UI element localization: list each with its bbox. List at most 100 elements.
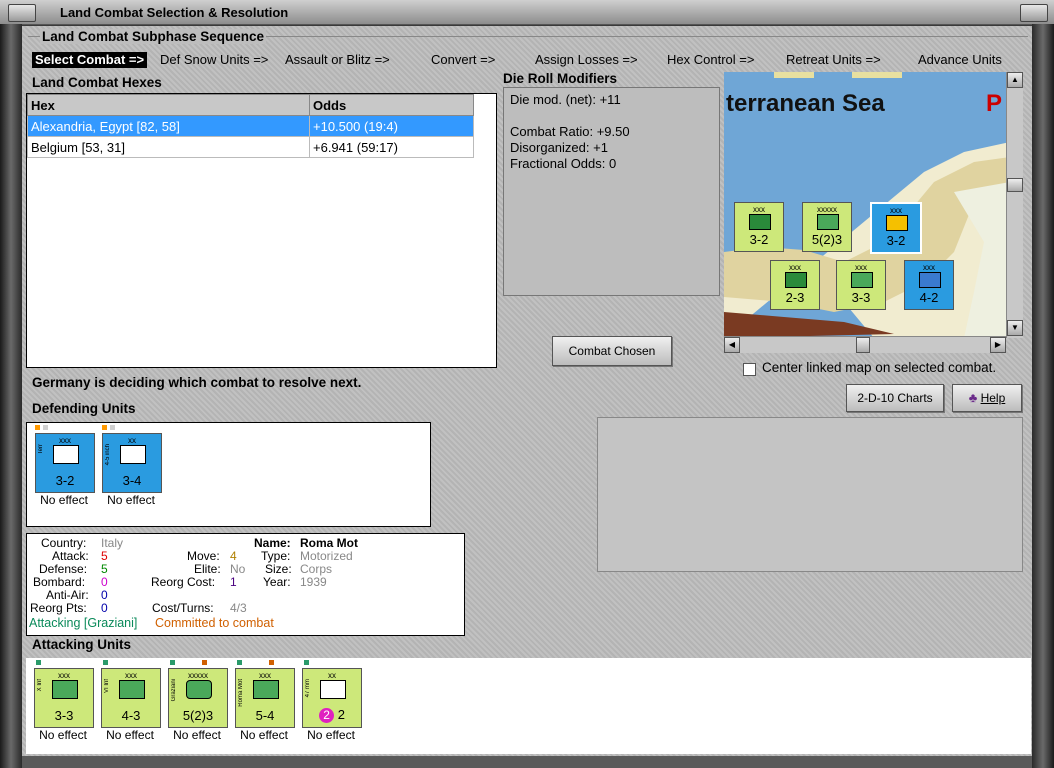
status-text: Germany is deciding which combat to reso… [32,375,362,390]
map-counter[interactable]: xxx 3-3 [836,260,886,310]
hexes-title: Land Combat Hexes [32,75,162,90]
country-value: Italy [101,536,124,550]
col-hex[interactable]: Hex [27,94,310,116]
antiair-label: Anti-Air: [46,588,89,602]
defending-title: Defending Units [32,401,136,416]
counter-size: xx [328,671,336,680]
unit-result: No effect [40,493,88,507]
counter-side-label: VI Inf [104,679,110,694]
counter-value: 3-2 [749,232,769,247]
scroll-thumb[interactable] [1007,178,1023,192]
defense-label: Defense: [39,562,88,576]
center-map-checkbox[interactable] [743,363,756,376]
counter-value: 4-3 [121,708,141,723]
counter-value: 4-2 [919,290,939,305]
scroll-down-icon[interactable]: ▼ [1007,320,1023,336]
counter-value: 3-3 [54,708,74,723]
counter-side-label: Graziani [171,679,177,702]
title-bar: Land Combat Selection & Resolution [0,0,1054,25]
attacking-unit-counter[interactable]: xx 47 mm 2 2 [302,668,362,728]
counter-value: 2 [337,707,345,722]
scroll-thumb[interactable] [856,337,870,353]
attacking-unit-counter[interactable]: xxx VI Inf 4-3 [101,668,161,728]
map-counter[interactable]: xxx 2-3 [770,260,820,310]
table-row[interactable]: Alexandria, Egypt [82, 58] +10.500 (19:4… [27,115,474,137]
attacking-unit-counter[interactable]: xxx Roma Mot 5-4 [235,668,295,728]
frame-bottom [22,756,1032,768]
infantry-symbol-icon [119,680,145,699]
defense-value: 5 [101,562,108,576]
combat-explosion-icon [886,215,908,231]
map-counter[interactable]: xxx 4-2 [904,260,954,310]
map-counter[interactable]: xxx 3-2 [734,202,784,252]
status-marker [103,660,108,665]
counter-side-label: Terr [38,444,44,455]
map-vertical-scrollbar[interactable]: ▲ ▼ [1006,72,1023,338]
defending-units-box: xxx Terr 3-2 No effect xx 4-5 inch 3-4 N… [26,422,431,527]
charts-button[interactable]: 2-D-10 Charts [846,384,944,412]
counter-size: xxx [753,205,765,214]
hex-cell: Alexandria, Egypt [82, 58] [27,115,310,137]
unit-result: No effect [107,493,155,507]
map-sea-label: terranean Sea [726,90,885,117]
counter-size: xx [128,436,136,445]
map-counter-selected[interactable]: xxx 3-2 [870,202,922,254]
col-odds[interactable]: Odds [309,94,474,116]
map-counter[interactable]: xxxxx 5(2)3 [802,202,852,252]
phase-retreat-units: Retreat Units => [786,52,881,67]
window-title: Land Combat Selection & Resolution [60,5,289,20]
linked-map[interactable]: terranean Sea P xxx 3-2 xxxxx 5(2)3 xxx … [724,72,1010,338]
table-row[interactable]: Belgium [53, 31] +6.941 (59:17) [27,136,474,158]
counter-value: 3-4 [122,473,142,488]
unit-result: No effect [39,728,87,742]
counter-value: 5(2)3 [182,708,214,723]
size-value: Corps [300,562,333,576]
infantry-symbol-icon [52,680,78,699]
map-horizontal-scrollbar[interactable]: ◀ ▶ [724,336,1006,353]
combat-chosen-button[interactable]: Combat Chosen [552,336,672,366]
help-label: Help [980,391,1006,405]
attacking-unit-counter[interactable]: xxxxx Graziani 5(2)3 [168,668,228,728]
status-marker [102,425,107,430]
scroll-up-icon[interactable]: ▲ [1007,72,1023,88]
counter-side-label: 47 mm [305,679,311,698]
scroll-left-icon[interactable]: ◀ [724,337,740,353]
center-map-label: Center linked map on selected combat. [762,360,997,375]
counter-size: xxx [923,263,935,272]
counter-size: xxx [890,206,902,215]
cost-turns-value: 4/3 [230,601,247,615]
unit-symbol-icon [817,214,839,230]
status-marker [43,425,48,430]
counter-size: xxxxx [817,205,837,214]
frame-right [1032,24,1054,768]
scroll-right-icon[interactable]: ▶ [990,337,1006,353]
combat-result-panel [597,417,1023,572]
name-label: Name: [254,536,291,550]
phase-assign-losses: Assign Losses => [535,52,638,67]
unit-symbol-icon [851,272,873,288]
defending-unit-counter[interactable]: xxx Terr 3-2 [35,433,95,493]
counter-value: 5(2)3 [811,232,843,247]
motorized-symbol-icon [253,680,279,699]
status-marker [110,425,115,430]
counter-size: xxx [125,671,137,680]
system-menu-button[interactable] [8,4,36,22]
hexes-list[interactable]: Hex Odds Alexandria, Egypt [82, 58] +10.… [26,93,497,368]
unit-result: No effect [307,728,355,742]
unit-result: No effect [106,728,154,742]
attack-value: 5 [101,549,108,563]
bombard-value: 0 [101,575,108,589]
fractional-odds: Fractional Odds: 0 [510,156,617,171]
close-button[interactable] [1020,4,1048,22]
status-marker [170,660,175,665]
map-label-2: P [986,90,1003,117]
help-button[interactable]: ♣ Help [952,384,1022,412]
combat-ratio: Combat Ratio: +9.50 [510,124,630,139]
type-value: Motorized [300,549,353,563]
attacking-unit-counter[interactable]: xxx X Inf 3-3 [34,668,94,728]
reorg-label: Reorg Pts: [30,601,87,615]
antiair-value: 0 [101,588,108,602]
defending-unit-counter[interactable]: xx 4-5 inch 3-4 [102,433,162,493]
size-label: Size: [265,562,292,576]
hq-symbol-icon [186,680,212,699]
